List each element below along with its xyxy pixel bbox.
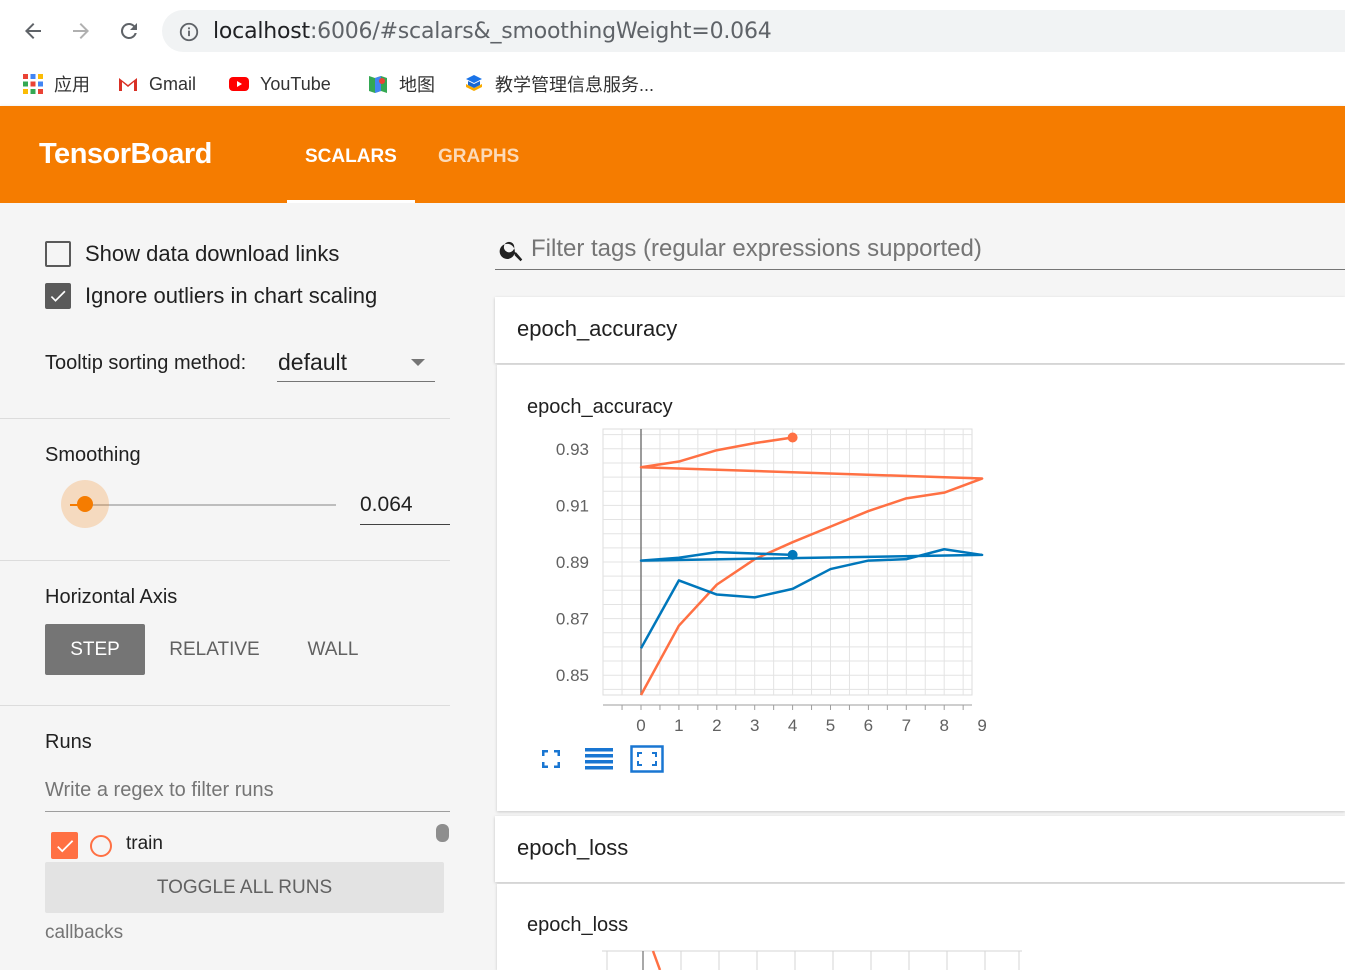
tag-filter-placeholder: Filter tags (regular expressions support… <box>531 235 982 262</box>
axis-relative-button[interactable]: RELATIVE <box>162 624 267 675</box>
bookmark-label: 应用 <box>54 75 90 95</box>
toggle-log-scale-icon[interactable] <box>585 747 613 771</box>
category-header-loss[interactable]: epoch_loss <box>495 816 1345 882</box>
forward-button[interactable] <box>66 16 96 46</box>
bookmark-label: YouTube <box>260 73 331 94</box>
show-download-links-option[interactable]: Show data download links <box>45 241 339 267</box>
bookmark-jwgl[interactable]: 教学管理信息服务... <box>463 70 654 98</box>
url-host: localhost <box>213 19 310 44</box>
search-icon <box>499 241 523 262</box>
sidebar: Show data download links Ignore outliers… <box>0 203 450 970</box>
x-tick-label: 4 <box>788 716 797 735</box>
app-title: TensorBoard <box>39 138 212 170</box>
bookmark-maps[interactable]: 地图 <box>367 70 435 98</box>
back-button[interactable] <box>18 16 48 46</box>
x-tick-label: 8 <box>939 716 948 735</box>
run-name: train <box>126 833 163 854</box>
bookmark-label: 地图 <box>399 75 435 95</box>
main-panel: Filter tags (regular expressions support… <box>450 203 1345 970</box>
smoothing-slider-knob[interactable] <box>77 496 93 512</box>
series-end-marker <box>787 432 798 443</box>
toggle-all-runs-button[interactable]: TOGGLE ALL RUNS <box>45 862 444 913</box>
gmail-icon <box>119 78 137 91</box>
ignore-outliers-checkbox[interactable] <box>45 283 71 309</box>
runs-scrollbar-thumb[interactable] <box>436 824 449 842</box>
logdir-label: callbacks <box>45 922 124 943</box>
runs-filter-placeholder: Write a regex to filter runs <box>45 779 274 801</box>
chart-title: epoch_loss <box>527 914 629 936</box>
reload-icon <box>121 22 137 39</box>
run-train-checkbox[interactable] <box>51 832 78 859</box>
runs-label: Runs <box>45 731 92 753</box>
run-color-swatch[interactable] <box>90 835 112 857</box>
divider <box>0 560 450 561</box>
apps-grid-icon <box>23 74 43 94</box>
x-tick-label: 5 <box>826 716 835 735</box>
y-tick-label: 0.93 <box>556 440 589 459</box>
horizontal-axis-label: Horizontal Axis <box>45 586 178 608</box>
maps-icon <box>369 76 387 93</box>
tooltip-sorting-value: default <box>278 349 348 375</box>
category-header-accuracy[interactable]: epoch_accuracy <box>495 297 1345 363</box>
runs-filter-input[interactable]: Write a regex to filter runs <box>45 773 450 812</box>
smoothing-value-input[interactable]: 0.064 <box>360 490 450 525</box>
x-tick-label: 1 <box>674 716 683 735</box>
y-tick-label: 0.87 <box>556 610 589 629</box>
reload-button[interactable] <box>114 16 144 46</box>
url-text: localhost:6006/#scalars&_smoothingWeight… <box>213 19 772 44</box>
dropdown-caret-icon <box>411 359 425 366</box>
tab-scalars[interactable]: SCALARS <box>305 146 397 168</box>
y-tick-label: 0.85 <box>556 666 589 685</box>
bookmark-apps[interactable]: 应用 <box>22 70 90 98</box>
browser-toolbar: localhost:6006/#scalars&_smoothingWeight… <box>0 0 1345 62</box>
fullscreen-icon[interactable] <box>539 747 563 771</box>
bookmark-label: Gmail <box>149 73 197 94</box>
school-logo-icon <box>466 75 482 91</box>
smoothing-value: 0.064 <box>360 493 413 516</box>
category-title: epoch_loss <box>517 835 629 860</box>
y-tick-label: 0.89 <box>556 553 589 572</box>
ignore-outliers-option[interactable]: Ignore outliers in chart scaling <box>45 283 377 309</box>
arrow-right-icon <box>73 23 89 39</box>
series-end-marker <box>787 549 798 560</box>
axis-step-button[interactable]: STEP <box>45 624 145 675</box>
x-tick-label: 7 <box>902 716 911 735</box>
smoothing-label: Smoothing <box>45 444 141 466</box>
checkmark-icon <box>50 290 66 302</box>
show-download-links-label: Show data download links <box>85 241 340 266</box>
axis-wall-button[interactable]: WALL <box>290 624 376 675</box>
tag-filter-input[interactable]: Filter tags (regular expressions support… <box>495 231 1345 270</box>
divider <box>0 705 450 706</box>
youtube-icon <box>229 77 249 91</box>
category-title: epoch_accuracy <box>517 316 678 341</box>
bookmark-youtube[interactable]: YouTube <box>228 70 331 98</box>
x-tick-label: 6 <box>864 716 873 735</box>
bookmarks-bar: 应用 Gmail YouTube 地图 教学管理信息服务... <box>0 62 1345 106</box>
x-tick-label: 9 <box>977 716 986 735</box>
tab-graphs[interactable]: GRAPHS <box>438 146 519 168</box>
x-tick-label: 0 <box>636 716 645 735</box>
accuracy-line-chart[interactable]: 0.85 0.87 0.89 0.91 0.93 0 1 2 3 4 5 6 7 8 9 <box>537 415 987 745</box>
info-icon[interactable] <box>178 21 200 43</box>
chart-card-loss: epoch_loss <box>497 884 1345 970</box>
bookmark-label: 教学管理信息服务... <box>495 75 655 95</box>
arrow-left-icon <box>25 23 41 39</box>
bookmark-gmail[interactable]: Gmail <box>117 70 196 98</box>
x-tick-label: 2 <box>712 716 721 735</box>
fit-domain-icon[interactable] <box>630 745 664 773</box>
smoothing-slider-track[interactable] <box>70 504 336 506</box>
address-bar[interactable]: localhost:6006/#scalars&_smoothingWeight… <box>162 10 1345 52</box>
show-download-links-checkbox[interactable] <box>45 241 71 267</box>
loss-chart-partial[interactable] <box>602 950 1022 970</box>
tooltip-sorting-label: Tooltip sorting method: <box>45 352 247 374</box>
y-tick-label: 0.91 <box>556 496 589 515</box>
checkmark-icon <box>56 839 73 852</box>
x-tick-label: 3 <box>750 716 759 735</box>
app-header: TensorBoard SCALARS GRAPHS <box>0 106 1345 203</box>
divider <box>0 418 450 419</box>
ignore-outliers-label: Ignore outliers in chart scaling <box>85 283 378 308</box>
chart-card-accuracy: epoch_accuracy 0.85 0.87 0.89 0.91 0.93 0123… <box>497 365 1345 811</box>
url-path: :6006/#scalars&_smoothingWeight=0.064 <box>309 19 772 44</box>
tooltip-sorting-select[interactable]: default <box>277 343 435 382</box>
